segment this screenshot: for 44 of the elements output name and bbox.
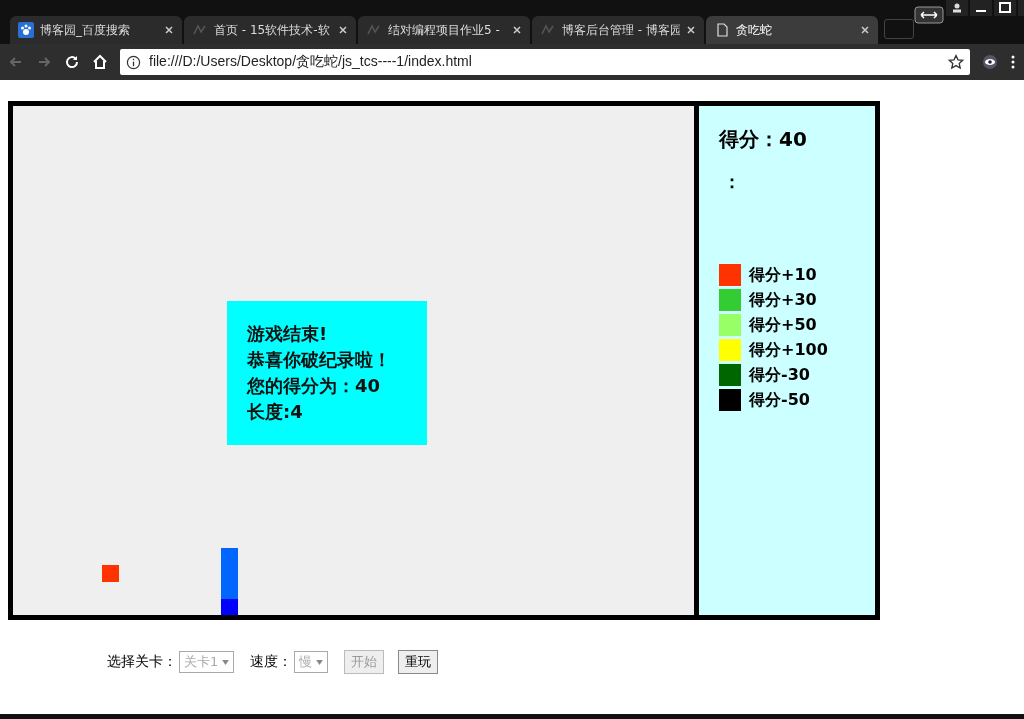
paw-icon (18, 22, 34, 38)
record-text: ： (722, 170, 742, 194)
caret-icon (316, 659, 324, 665)
star-icon[interactable] (948, 54, 964, 70)
page-icon (714, 22, 730, 38)
maximize-icon[interactable] (994, 0, 1016, 16)
score-text: 得分：40 (719, 126, 808, 153)
url-text: file:///D:/Users/Desktop/贪吃蛇/js_tcs----1/index.html (149, 53, 473, 71)
tab-title: 结对编程项目作业5 - (388, 21, 501, 39)
message-text: 游戏结束! (247, 322, 329, 346)
tab-title: 首页 - 15软件技术-软 (214, 21, 331, 39)
speed-label: 速度： (250, 653, 293, 671)
legend-label: 得分-30 (749, 364, 810, 386)
info-icon (126, 54, 141, 70)
eye-icon[interactable] (982, 54, 998, 70)
message-text: 您的得分为：40 (247, 374, 382, 398)
browser-tab[interactable]: 结对编程项目作业5 - (358, 16, 530, 44)
user-icon[interactable] (946, 0, 968, 16)
message-text: 长度:4 (247, 400, 304, 424)
message-text: 恭喜你破纪录啦！ (247, 348, 392, 372)
legend-label: 得分+50 (749, 314, 817, 336)
snake-segment (221, 582, 238, 599)
level-label: 选择关卡： (107, 653, 177, 671)
browser-tab[interactable]: 博客后台管理 - 博客园 (532, 16, 704, 44)
replay-button[interactable]: 重玩 (398, 650, 439, 674)
home-icon[interactable] (92, 54, 108, 70)
menu-icon[interactable] (1010, 54, 1016, 70)
snake-segment (221, 548, 238, 565)
legend-label: 得分+30 (749, 289, 817, 311)
legend-label: 得分-50 (749, 389, 810, 411)
tab-title: 贪吃蛇 (736, 21, 773, 39)
minimize-icon[interactable] (970, 0, 992, 16)
browser-tab[interactable]: 博客园_百度搜索 (10, 16, 182, 44)
browser-tab[interactable]: 贪吃蛇 (706, 16, 878, 44)
tab-title: 博客后台管理 - 博客园 (562, 21, 680, 39)
legend-label: 得分+10 (749, 264, 817, 286)
address-bar[interactable]: file:///D:/Users/Desktop/贪吃蛇/js_tcs----1/index.html (120, 49, 970, 75)
reload-icon[interactable] (64, 54, 80, 70)
resize-icon[interactable] (914, 6, 944, 24)
legend-label: 得分+100 (749, 339, 828, 361)
caret-icon (222, 659, 230, 665)
snake-head (221, 599, 238, 615)
browser-tab[interactable]: 首页 - 15软件技术-软 (184, 16, 356, 44)
tab-title: 博客园_百度搜索 (40, 21, 131, 39)
